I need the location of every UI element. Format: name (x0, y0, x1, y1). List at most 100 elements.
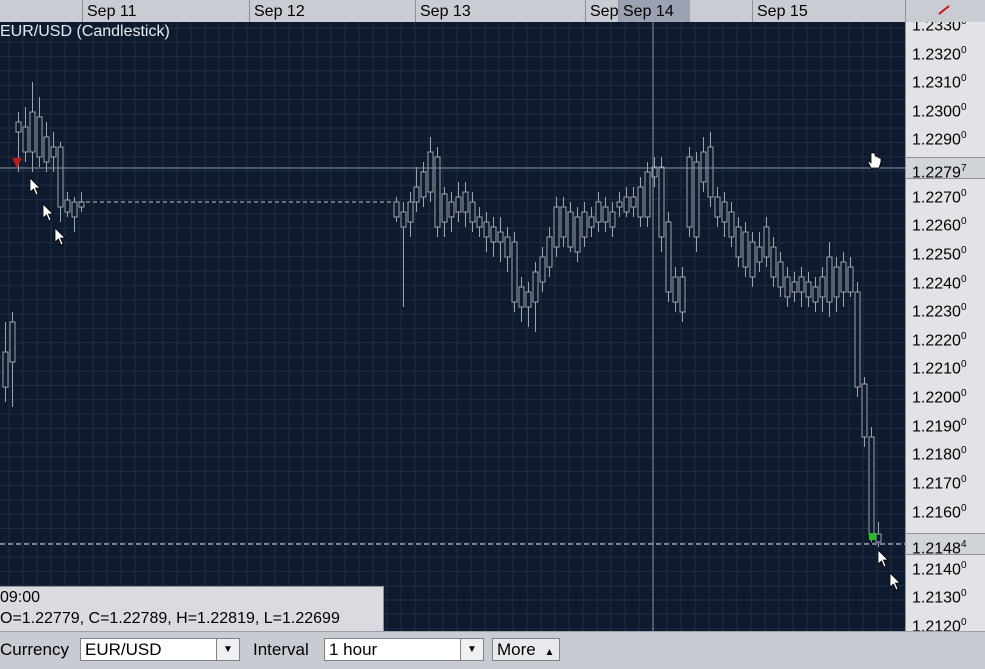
candle-body (29, 111, 36, 153)
price-tick-label: 1.21900 (912, 416, 967, 435)
candle-body (64, 199, 71, 213)
candle-body (469, 201, 476, 223)
candle-body (490, 226, 497, 243)
price-tick-label: 1.22700 (912, 187, 967, 207)
candle-body (735, 226, 742, 258)
candle-body (50, 146, 57, 158)
candle-body (728, 211, 735, 238)
candle-body (15, 121, 22, 133)
more-button[interactable]: More ▲ (492, 638, 560, 661)
candle-body (43, 136, 50, 163)
interval-label: Interval (253, 640, 309, 659)
date-label-sep-truncated: Sep (585, 0, 621, 22)
candle-body (854, 291, 861, 388)
candlestick-chart[interactable] (0, 22, 905, 631)
chart-window: Sep 11 Sep 12 Sep 13 Sep Sep 14 Sep 15 E… (0, 0, 985, 669)
candle-body (581, 211, 588, 238)
candle-body (791, 281, 798, 293)
candle-body (393, 201, 400, 218)
candle-body (805, 281, 812, 298)
interval-value: 1 hour (329, 640, 378, 659)
currency-label: Currency (0, 640, 69, 659)
candle-body (840, 261, 847, 293)
price-tick-label: 1.21800 (912, 445, 967, 464)
price-tick-label: 1.22900 (912, 130, 967, 149)
price-tick-label: 1.22400 (912, 273, 967, 292)
candle-body (525, 291, 532, 308)
candle-body (588, 216, 595, 228)
chevron-down-icon[interactable]: ▼ (460, 639, 483, 660)
price-tick-label: 1.22300 (912, 302, 967, 321)
price-tick-label: 1.23200 (912, 44, 967, 63)
date-label-sep-13: Sep 13 (415, 0, 585, 22)
candle-body (623, 196, 630, 213)
candle-body (833, 266, 840, 298)
candle-body (78, 201, 85, 208)
candle-body (714, 196, 721, 218)
candle-body (476, 216, 483, 228)
buy-marker-icon (869, 533, 876, 540)
price-tick-label: 1.22100 (912, 359, 967, 378)
candle-body (672, 276, 679, 303)
candle-body (567, 211, 574, 248)
date-label-sep-11: Sep 11 (82, 0, 249, 22)
candle-body (504, 236, 511, 258)
chevron-up-icon: ▲ (544, 647, 555, 658)
candle-body (819, 276, 826, 298)
price-tick-label: 1.21200 (912, 617, 967, 631)
price-tick-label: 1.22200 (912, 330, 967, 350)
chart-plot-area[interactable] (0, 22, 905, 631)
candle-body (770, 246, 777, 278)
candle-body (2, 351, 9, 388)
candle-body (36, 116, 43, 158)
candle-body (462, 191, 469, 213)
candle-body (826, 256, 833, 303)
candle-body (707, 146, 714, 198)
price-tick-label: 1.23000 (912, 101, 967, 121)
draw-line-icon[interactable] (906, 0, 985, 22)
price-tick-label: 1.21600 (912, 502, 967, 521)
price-tick-label: 1.21300 (912, 588, 967, 607)
candle-body (868, 436, 875, 535)
candle-body (693, 161, 700, 238)
ohlc-info-box: 09:00 O=1.22779, C=1.22789, H=1.22819, L… (0, 586, 384, 632)
candle-body (400, 211, 407, 228)
interval-select[interactable]: 1 hour ▼ (324, 638, 484, 661)
candle-body (756, 246, 763, 263)
candle-body (875, 533, 882, 543)
candle-body (448, 201, 455, 218)
candle-body (560, 206, 567, 238)
candle-body (427, 151, 434, 193)
date-label-sep-15: Sep 15 (752, 0, 905, 22)
candle-body (637, 186, 644, 218)
candle-body (483, 221, 490, 238)
candle-body (861, 383, 868, 438)
date-axis[interactable]: Sep 11 Sep 12 Sep 13 Sep Sep 14 Sep 15 (0, 0, 905, 23)
chevron-down-icon[interactable]: ▼ (216, 639, 239, 660)
candle-body (511, 241, 518, 303)
price-tick-label: 1.22600 (912, 216, 967, 235)
candle-body (57, 146, 64, 208)
candle-body (742, 231, 749, 268)
candle-body (602, 206, 609, 223)
more-label: More (497, 640, 536, 659)
candle-body (700, 151, 707, 183)
candle-body (532, 271, 539, 303)
currency-select[interactable]: EUR/USD ▼ (80, 638, 240, 661)
info-time: 09:00 (0, 589, 41, 606)
candle-body (9, 321, 16, 363)
candle-body (721, 201, 728, 223)
crosshair-price-tag: 1.22797 (906, 157, 985, 181)
chart-title: EUR/USD (Candlestick) (0, 23, 170, 40)
candle-body (847, 266, 854, 293)
candle-body (455, 196, 462, 213)
price-axis[interactable]: 1.23300 1.23200 1.23100 1.23000 1.22900 1.227… (905, 22, 985, 631)
info-ohlc: O=1.22779, C=1.22789, H=1.22819, L=1.226… (0, 610, 340, 627)
axis-corner[interactable] (905, 0, 985, 23)
candle-body (630, 196, 637, 208)
candle-body (609, 211, 616, 228)
last-price-tag: 1.21484 (906, 533, 985, 557)
candle-body (413, 186, 420, 203)
candle-body (595, 201, 602, 223)
candle-body (420, 171, 427, 198)
